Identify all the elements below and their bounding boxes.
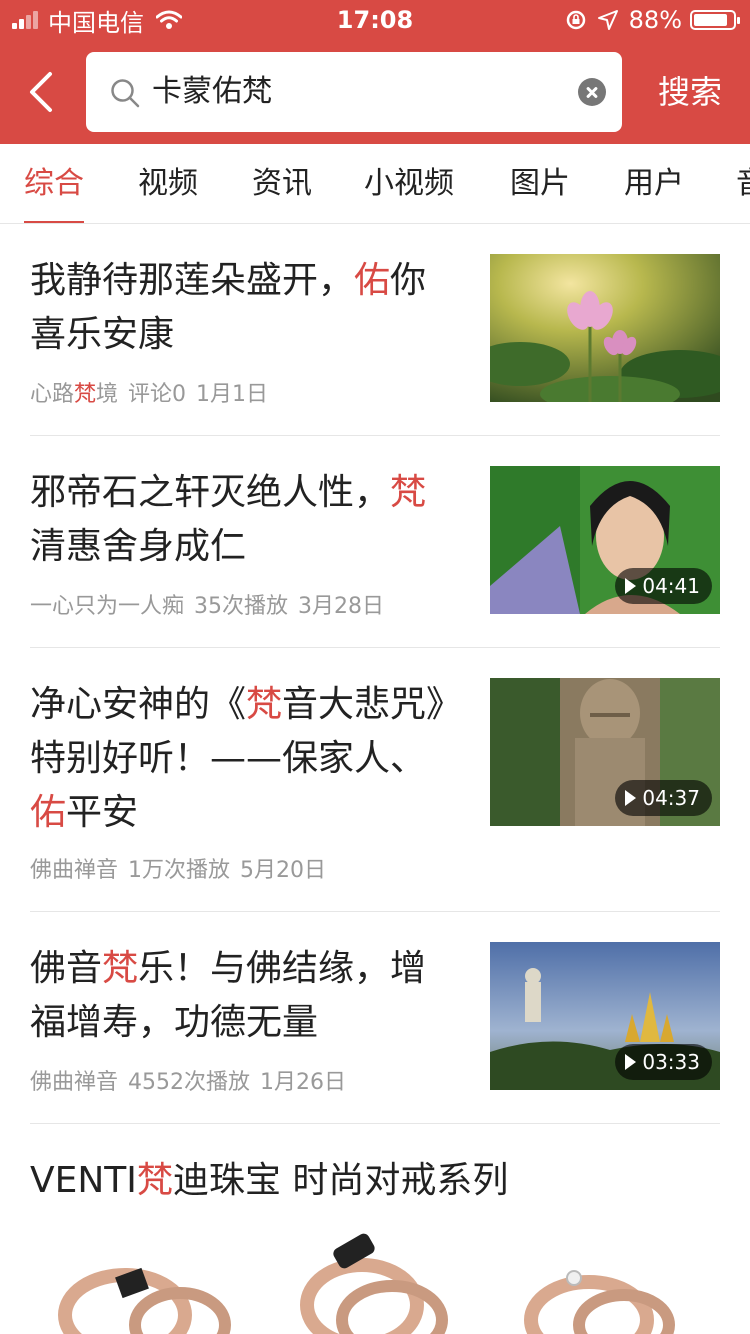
location-icon [597, 10, 618, 30]
video-thumbnail[interactable]: 04:41 [490, 466, 720, 614]
clear-icon[interactable] [578, 78, 606, 106]
tab-video[interactable]: 视频 [138, 144, 198, 223]
item-title[interactable]: 邪帝石之轩灭绝人性，梵清惠舍身成仁 [30, 466, 460, 574]
tab-users[interactable]: 用户 [624, 144, 684, 223]
item-meta: 佛曲禅音 4552次播放 1月26日 [30, 1070, 347, 1095]
ad-image[interactable] [262, 1220, 492, 1334]
category-tabs: 综合 视频 资讯 小视频 图片 用户 音 [0, 144, 750, 224]
search-button[interactable]: 搜索 [650, 52, 730, 132]
duration-badge: 04:41 [615, 568, 712, 604]
list-item[interactable]: 佛音梵乐！与佛结缘，增福增寿，功德无量 佛曲禅音 4552次播放 1月26日 03:… [30, 942, 720, 1095]
item-title[interactable]: 我静待那莲朵盛开，佑你喜乐安康 [30, 254, 460, 362]
lock-rotation-icon [566, 10, 585, 30]
tab-comprehensive[interactable]: 综合 [24, 144, 84, 223]
tab-short-video[interactable]: 小视频 [364, 144, 454, 223]
ad-image[interactable] [494, 1220, 724, 1334]
list-item[interactable]: 净心安神的《梵音大悲咒》特别好听！——保家人、佑平安 佛曲禅音 1万次播放 5月20… [30, 678, 720, 883]
ad-image[interactable] [30, 1220, 260, 1334]
item-thumbnail[interactable] [490, 254, 720, 402]
header: 中国电信 17:08 88% 卡蒙佑梵 搜索 [0, 0, 750, 144]
play-icon [625, 790, 637, 806]
divider [30, 647, 720, 648]
item-title[interactable]: 净心安神的《梵音大悲咒》特别好听！——保家人、佑平安 [30, 678, 460, 840]
tab-music[interactable]: 音 [736, 144, 750, 223]
back-icon[interactable] [22, 68, 62, 116]
search-query[interactable]: 卡蒙佑梵 [152, 52, 272, 132]
status-bar: 中国电信 17:08 88% [0, 0, 750, 40]
ad-title[interactable]: VENTI梵迪珠宝 时尚对戒系列 [30, 1156, 508, 1206]
divider [30, 911, 720, 912]
tab-images[interactable]: 图片 [510, 144, 570, 223]
duration-badge: 03:33 [615, 1044, 712, 1080]
item-title[interactable]: 佛音梵乐！与佛结缘，增福增寿，功德无量 [30, 942, 460, 1050]
tab-news[interactable]: 资讯 [252, 144, 312, 223]
battery-percent: 88% [628, 6, 682, 34]
play-icon [625, 1054, 637, 1070]
duration-badge: 04:37 [615, 780, 712, 816]
divider [30, 435, 720, 436]
item-meta: 一心只为一人痴 35次播放 3月28日 [30, 594, 385, 619]
list-item[interactable]: 邪帝石之轩灭绝人性，梵清惠舍身成仁 一心只为一人痴 35次播放 3月28日 04:4… [30, 466, 720, 619]
search-input[interactable]: 卡蒙佑梵 [86, 52, 622, 132]
item-meta: 佛曲禅音 1万次播放 5月20日 [30, 858, 327, 883]
battery-icon [690, 10, 740, 30]
video-thumbnail[interactable]: 04:37 [490, 678, 720, 826]
play-icon [625, 578, 637, 594]
item-meta: 心路梵境 评论0 1月1日 [30, 382, 269, 407]
divider [30, 1123, 720, 1124]
video-thumbnail[interactable]: 03:33 [490, 942, 720, 1090]
search-icon [111, 79, 140, 108]
list-item[interactable]: 我静待那莲朵盛开，佑你喜乐安康 心路梵境 评论0 1月1日 [30, 254, 720, 407]
